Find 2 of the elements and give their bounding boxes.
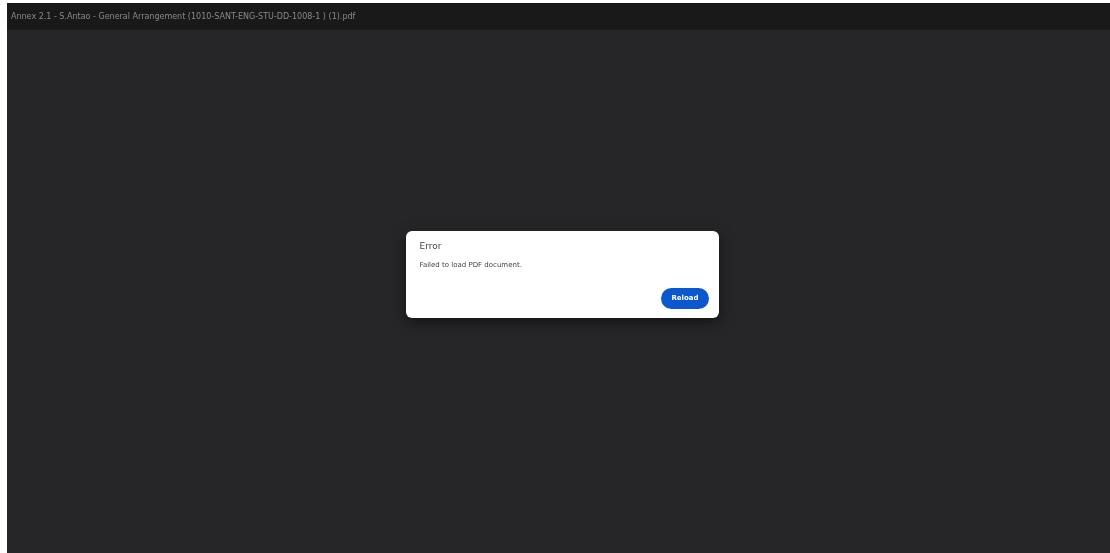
dialog-title: Error: [419, 240, 443, 251]
window-title: Annex 2.1 - S.Antao - General Arrangement (1010-SANT-ENG-STU-DD-1008-1 ) (1).pdf: [11, 12, 356, 21]
